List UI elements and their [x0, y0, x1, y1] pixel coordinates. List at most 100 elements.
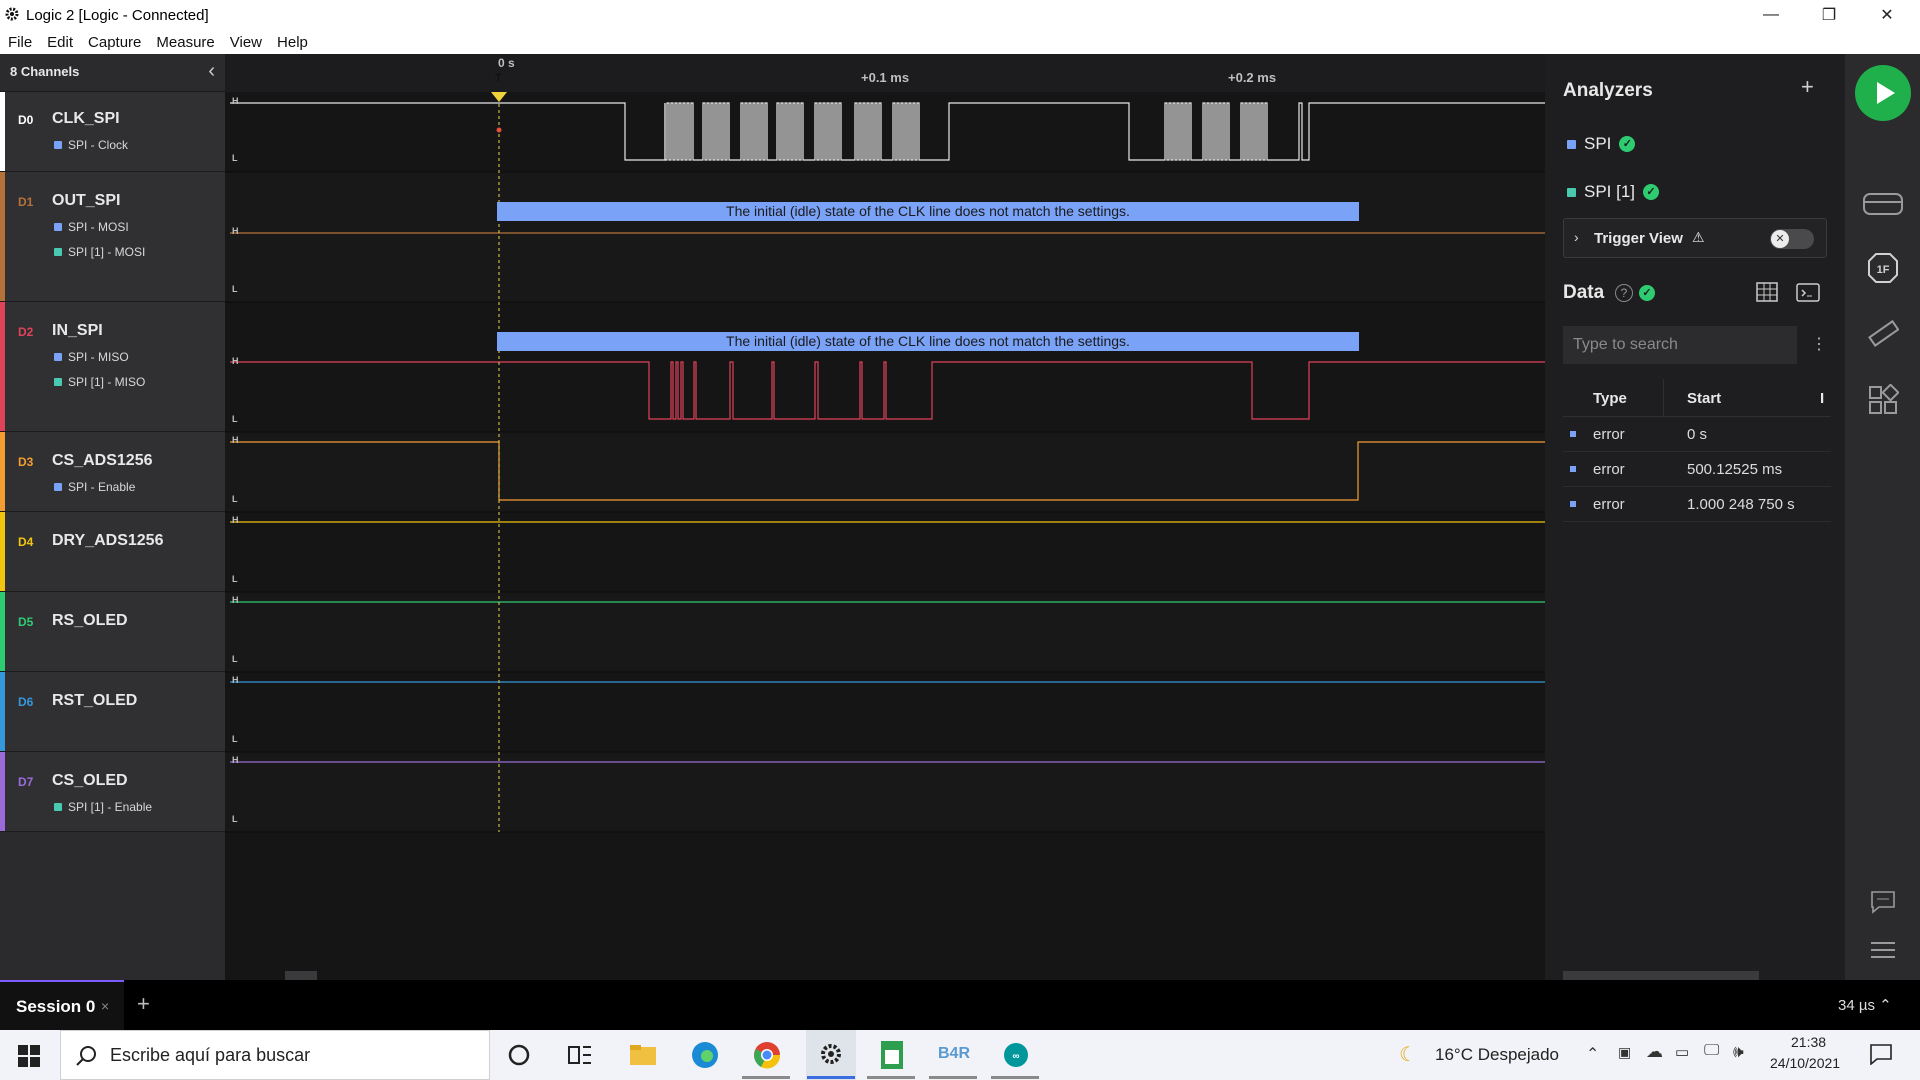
- trigger-toggle[interactable]: ✕: [1770, 229, 1814, 249]
- search-icon: [76, 1046, 96, 1066]
- close-icon[interactable]: ×: [101, 998, 109, 1014]
- close-window-button[interactable]: ✕: [1858, 0, 1916, 30]
- data-scrollbar[interactable]: [1563, 971, 1759, 980]
- menu-help[interactable]: Help: [277, 34, 308, 51]
- channel-name[interactable]: OUT_SPI: [52, 192, 120, 210]
- weather-text[interactable]: 16°C Despejado: [1435, 1045, 1559, 1065]
- file-explorer-icon[interactable]: [629, 1043, 657, 1067]
- table-row[interactable]: error 0 s: [1563, 417, 1831, 452]
- table-row[interactable]: error 1.000 248 750 s: [1563, 487, 1831, 522]
- column-header-start[interactable]: Start: [1687, 390, 1721, 407]
- menu-view[interactable]: View: [230, 34, 262, 51]
- level-high-label: H: [232, 226, 239, 236]
- edge-icon[interactable]: [691, 1041, 719, 1069]
- trigger-view-row[interactable]: › Trigger View ⚠ ✕: [1563, 218, 1827, 258]
- channel-name[interactable]: CS_ADS1256: [52, 452, 153, 470]
- session-tab[interactable]: Session 0 ×: [0, 980, 124, 1030]
- moon-weather-icon[interactable]: ☾: [1399, 1042, 1417, 1067]
- sheets-active-indicator: [867, 1076, 915, 1079]
- channel-name[interactable]: CS_OLED: [52, 772, 128, 790]
- analyzer-item-spi[interactable]: SPI ✓: [1567, 134, 1636, 154]
- table-row[interactable]: error 500.12525 ms: [1563, 452, 1831, 487]
- svg-text:1F: 1F: [1877, 264, 1890, 276]
- analyzer-error-bubble[interactable]: The initial (idle) state of the CLK line…: [497, 332, 1359, 351]
- spreadsheet-icon[interactable]: [880, 1040, 904, 1070]
- play-icon[interactable]: [1855, 65, 1911, 121]
- level-high-label: H: [232, 515, 239, 525]
- chrome-icon[interactable]: [753, 1041, 781, 1069]
- volume-icon[interactable]: 🕪: [1733, 1042, 1744, 1062]
- windows-start-icon[interactable]: [18, 1045, 40, 1067]
- clock-time[interactable]: 21:38: [1791, 1034, 1826, 1050]
- table-view-icon[interactable]: [1756, 282, 1778, 302]
- menu-capture[interactable]: Capture: [88, 34, 141, 51]
- cell-start: 1.000 248 750 s: [1687, 496, 1795, 513]
- add-session-button[interactable]: +: [137, 991, 150, 1017]
- chevron-up-icon[interactable]: ⌃: [1586, 1044, 1599, 1064]
- channel-row-d5[interactable]: D5 RS_OLED: [0, 592, 225, 672]
- waveform-view[interactable]: H L H L H L H L H L H L H L H L 0 s T +0…: [225, 54, 1545, 980]
- channel-index: D6: [18, 695, 34, 709]
- battery-icon[interactable]: ▭: [1675, 1043, 1689, 1061]
- menu-measure[interactable]: Measure: [156, 34, 214, 51]
- extensions-icon[interactable]: [1867, 384, 1899, 416]
- session-bar: Session 0 × + 34 µs ⌃: [0, 980, 1920, 1030]
- notifications-icon[interactable]: [1869, 1043, 1893, 1065]
- channel-name[interactable]: CLK_SPI: [52, 110, 120, 128]
- channel-row-d2[interactable]: D2 IN_SPI SPI - MISO SPI [1] - MISO: [0, 302, 225, 432]
- channel-row-d1[interactable]: D1 OUT_SPI SPI - MOSI SPI [1] - MOSI: [0, 172, 225, 302]
- 1f-icon[interactable]: 1F: [1867, 252, 1899, 284]
- chat-icon[interactable]: [1870, 890, 1896, 914]
- level-low-label: L: [232, 153, 238, 163]
- logic-gear-icon: [821, 1044, 841, 1064]
- data-search-input[interactable]: [1563, 326, 1797, 364]
- channel-row-d0[interactable]: D0 CLK_SPI SPI - Clock: [0, 92, 225, 172]
- more-options-icon[interactable]: ⋮: [1811, 334, 1827, 354]
- channel-color-bar: [0, 302, 5, 431]
- menu-file[interactable]: File: [8, 34, 32, 51]
- analyzer-error-bubble[interactable]: The initial (idle) state of the CLK line…: [497, 202, 1359, 221]
- channel-name[interactable]: RS_OLED: [52, 612, 128, 630]
- cortana-icon[interactable]: [508, 1044, 530, 1066]
- logic-taskbar-button[interactable]: [806, 1030, 856, 1080]
- column-header-type[interactable]: Type: [1593, 390, 1627, 407]
- channel-count: 8 Channels: [10, 64, 80, 79]
- channel-color-bar: [0, 752, 5, 831]
- taskbar-search-placeholder: Escribe aquí para buscar: [110, 1045, 311, 1065]
- analyzer-item-spi-1[interactable]: SPI [1] ✓: [1567, 182, 1660, 202]
- clock-date[interactable]: 24/10/2021: [1770, 1055, 1840, 1071]
- analyzer-label: SPI - MOSI: [54, 220, 129, 234]
- minimize-button[interactable]: —: [1742, 0, 1800, 30]
- channel-name[interactable]: RST_OLED: [52, 692, 137, 710]
- collapse-chevron-icon[interactable]: ‹: [208, 60, 215, 83]
- device-icon[interactable]: [1862, 190, 1904, 218]
- analyzers-panel: Analyzers + SPI ✓ SPI [1] ✓ › Trigger View…: [1545, 54, 1845, 980]
- restore-button[interactable]: ❐: [1800, 0, 1858, 30]
- app-area: 8 Channels ‹ D0 CLK_SPI SPI - Clock D1 O…: [0, 54, 1920, 980]
- window-title: Logic 2 [Logic - Connected]: [26, 7, 209, 24]
- channel-row-d7[interactable]: D7 CS_OLED SPI [1] - Enable: [0, 752, 225, 832]
- taskbar-search-input[interactable]: Escribe aquí para buscar: [60, 1030, 490, 1080]
- ruler-icon[interactable]: [1867, 318, 1899, 350]
- add-analyzer-button[interactable]: +: [1801, 74, 1814, 100]
- b4r-icon[interactable]: B4R: [938, 1045, 970, 1063]
- channel-color-bar: [0, 92, 5, 171]
- channel-name[interactable]: DRY_ADS1256: [52, 532, 163, 550]
- cell-start: 0 s: [1687, 426, 1708, 443]
- zoom-level[interactable]: 34 µs ⌃: [1838, 996, 1892, 1014]
- column-header-more[interactable]: I: [1820, 390, 1824, 407]
- arduino-active-indicator: [991, 1076, 1039, 1079]
- channel-row-d3[interactable]: D3 CS_ADS1256 SPI - Enable: [0, 432, 225, 512]
- channel-name[interactable]: IN_SPI: [52, 322, 103, 340]
- network-icon[interactable]: 🖵: [1704, 1042, 1719, 1060]
- terminal-icon[interactable]: [1796, 283, 1820, 302]
- device-tray-icon[interactable]: ▣: [1618, 1044, 1631, 1061]
- cloud-icon[interactable]: ☁: [1646, 1042, 1663, 1062]
- menu-edit[interactable]: Edit: [47, 34, 73, 51]
- channel-row-d6[interactable]: D6 RST_OLED: [0, 672, 225, 752]
- task-view-icon[interactable]: [568, 1044, 592, 1066]
- channel-row-d4[interactable]: D4 DRY_ADS1256: [0, 512, 225, 592]
- arduino-icon[interactable]: ∞: [1003, 1042, 1029, 1068]
- help-icon[interactable]: ?: [1615, 284, 1633, 302]
- menu-icon[interactable]: [1870, 940, 1896, 960]
